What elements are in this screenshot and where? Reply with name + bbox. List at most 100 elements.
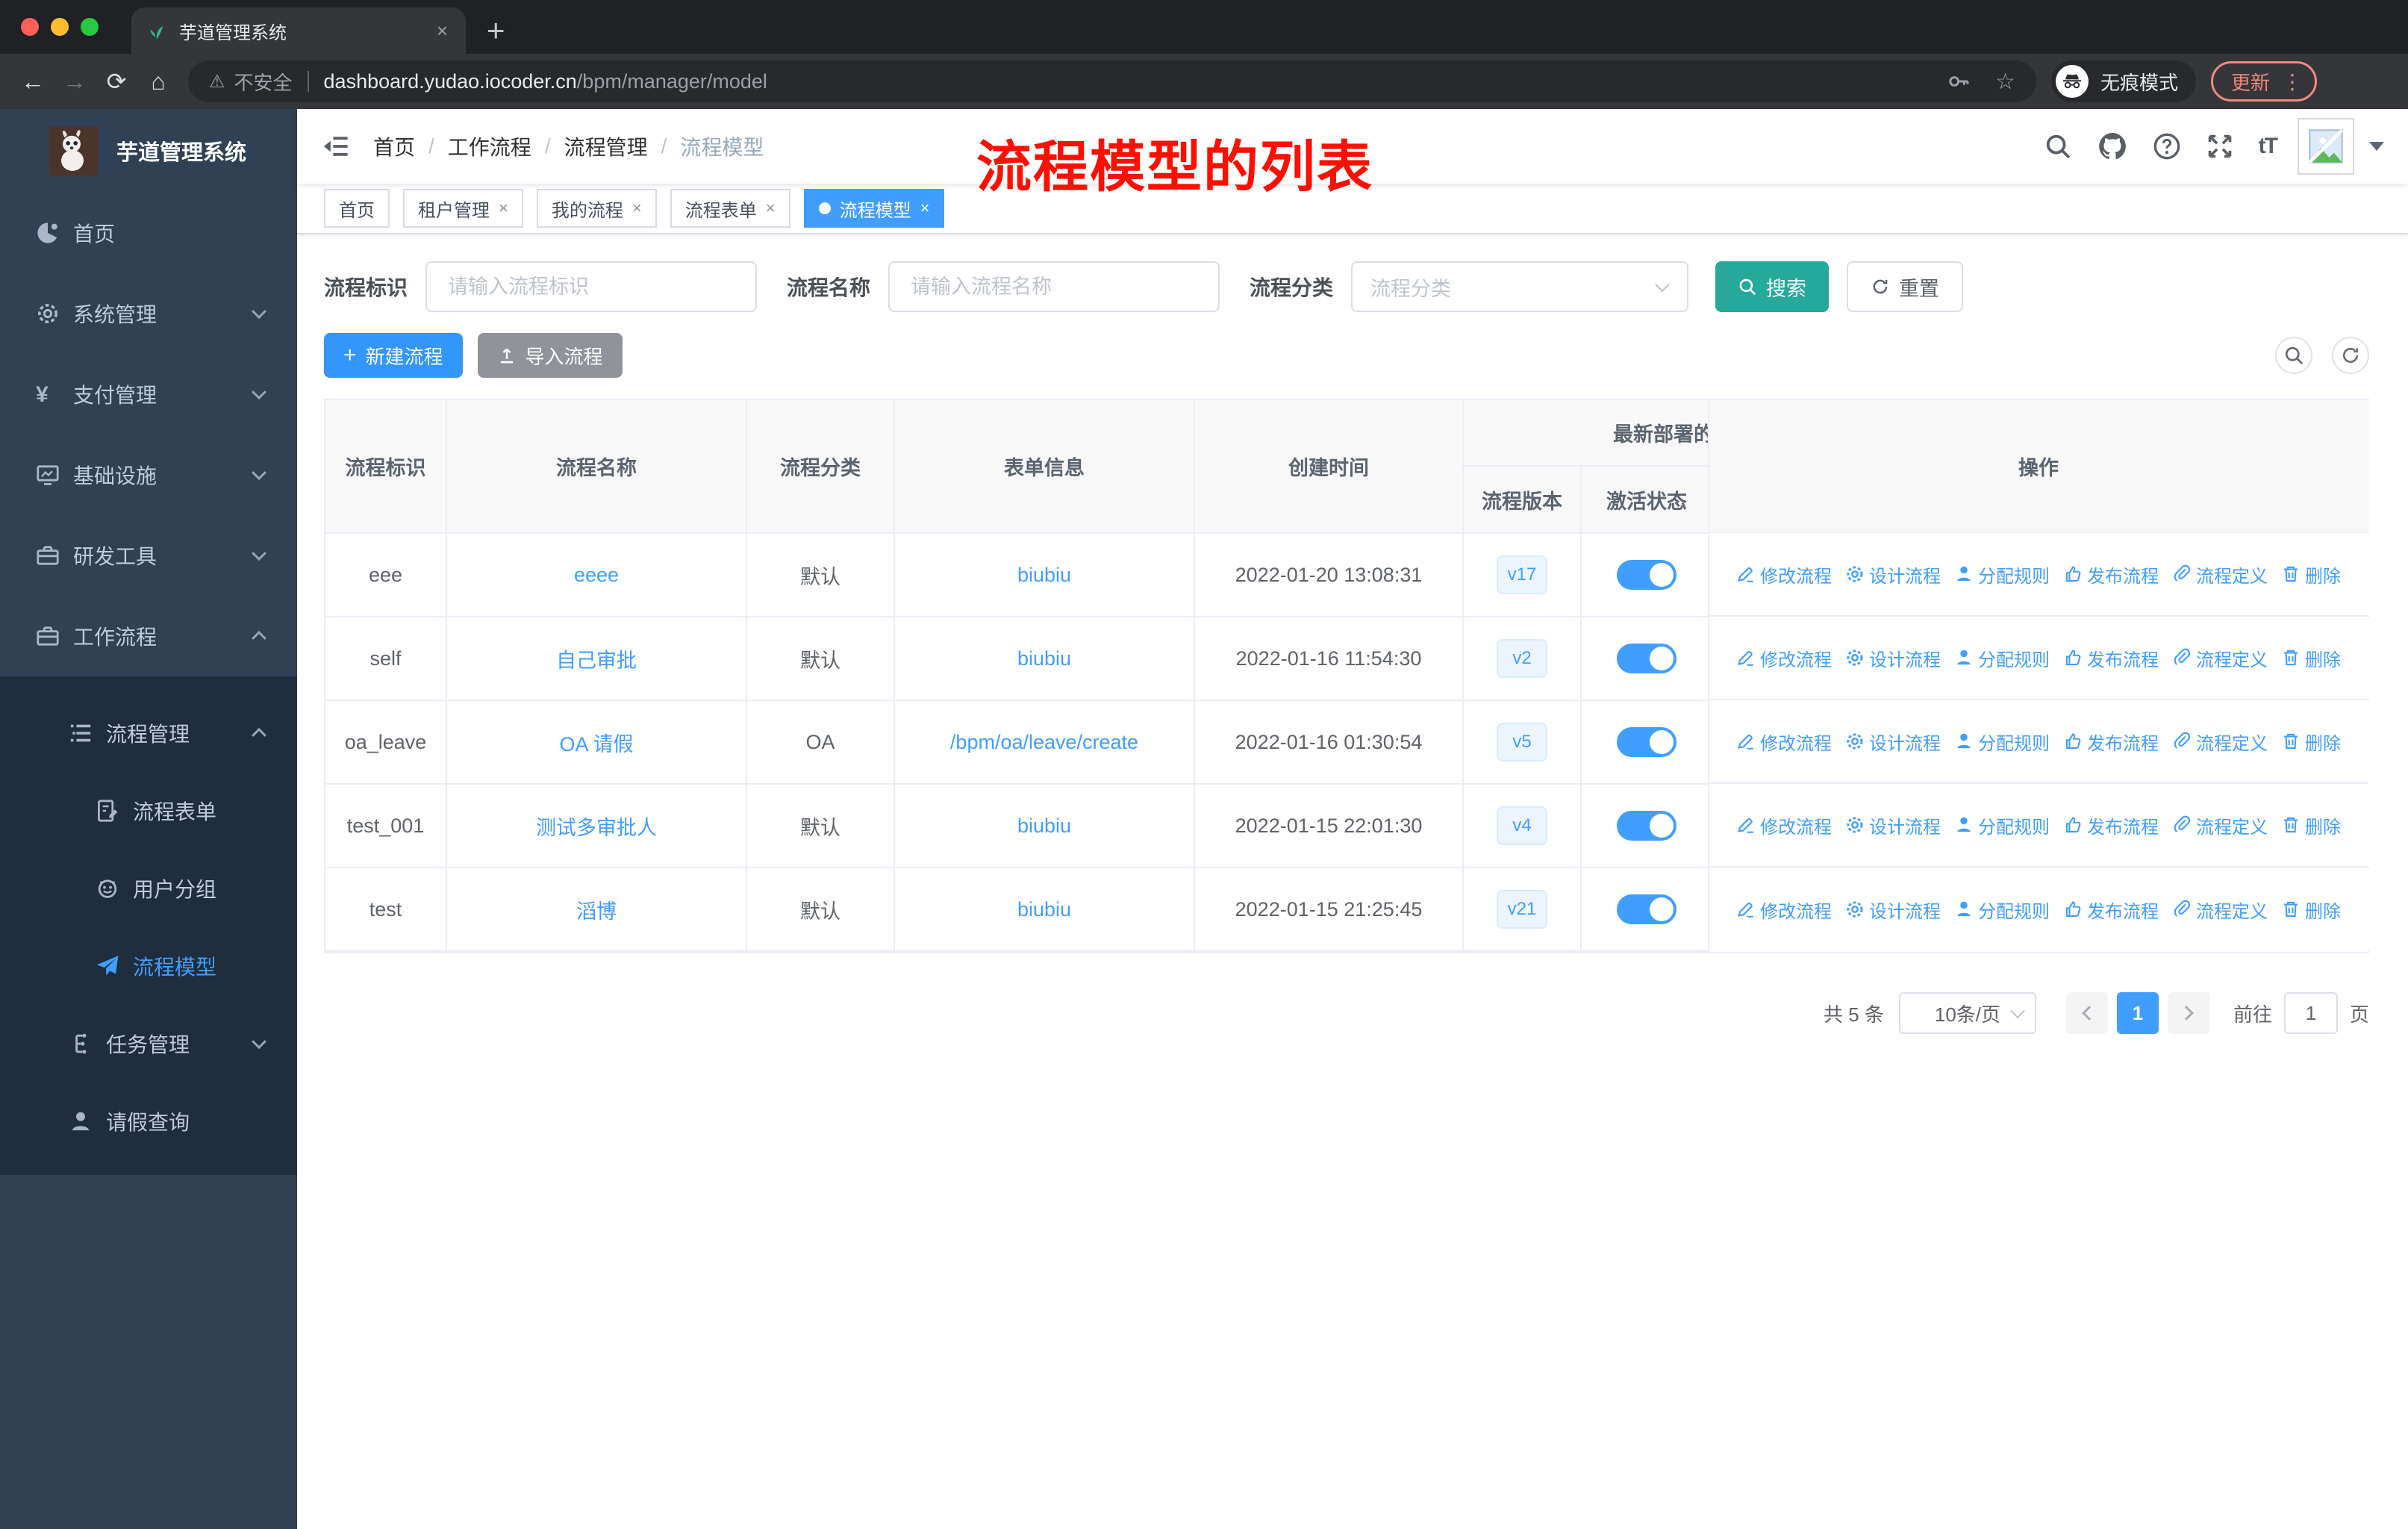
next-page-button[interactable] bbox=[2167, 992, 2209, 1034]
tab-close-icon[interactable]: × bbox=[434, 19, 451, 43]
help-icon[interactable] bbox=[2153, 132, 2181, 161]
process-name-link[interactable]: 滔博 bbox=[576, 900, 617, 923]
design-process-link[interactable]: 设计流程 bbox=[1845, 561, 1941, 588]
active-toggle[interactable] bbox=[1617, 811, 1676, 841]
process-definition-link[interactable]: 流程定义 bbox=[2172, 812, 2268, 838]
browser-update-button[interactable]: 更新 ⋮ bbox=[2211, 61, 2318, 102]
tag-process-model[interactable]: 流程模型 × bbox=[803, 189, 945, 228]
sidebar-item-home[interactable]: 首页 bbox=[0, 193, 297, 273]
active-toggle[interactable] bbox=[1617, 644, 1676, 673]
breadcrumb-home[interactable]: 首页 bbox=[373, 131, 415, 161]
edit-process-link[interactable]: 修改流程 bbox=[1736, 812, 1832, 838]
sidebar-item-payment[interactable]: ¥ 支付管理 bbox=[0, 354, 297, 435]
tag-process-form[interactable]: 流程表单 × bbox=[670, 189, 790, 228]
security-label[interactable]: 不安全 bbox=[234, 68, 293, 96]
import-process-button[interactable]: 导入流程 bbox=[477, 333, 623, 378]
version-tag[interactable]: v17 bbox=[1497, 555, 1547, 594]
close-window-button[interactable] bbox=[21, 18, 39, 36]
sidebar-item-leave-query[interactable]: 请假查询 bbox=[0, 1083, 297, 1160]
browser-menu-icon[interactable]: ⋮ bbox=[2282, 69, 2303, 94]
current-page-button[interactable]: 1 bbox=[2116, 992, 2159, 1034]
deploy-process-link[interactable]: 发布流程 bbox=[2063, 561, 2159, 588]
tag-home[interactable]: 首页 bbox=[324, 189, 390, 228]
address-bar[interactable]: ⚠ 不安全 dashboard.yudao.iocoder.cn/bpm/man… bbox=[188, 60, 2036, 102]
design-process-link[interactable]: 设计流程 bbox=[1845, 645, 1941, 671]
reload-icon[interactable]: ⟳ bbox=[96, 67, 137, 96]
delete-process-link[interactable]: 删除 bbox=[2281, 729, 2341, 755]
form-info-link[interactable]: biubiu bbox=[1017, 815, 1071, 837]
sidebar-item-process-management[interactable]: 流程管理 bbox=[0, 694, 297, 772]
process-name-link[interactable]: 自己审批 bbox=[556, 650, 637, 672]
tag-close-icon[interactable]: × bbox=[632, 199, 642, 218]
refresh-table-button[interactable] bbox=[2332, 337, 2369, 374]
sidebar-item-workflow[interactable]: 工作流程 bbox=[0, 596, 297, 676]
goto-page-input[interactable] bbox=[2283, 992, 2338, 1034]
edit-process-link[interactable]: 修改流程 bbox=[1736, 561, 1832, 588]
process-definition-link[interactable]: 流程定义 bbox=[2172, 729, 2268, 755]
deploy-process-link[interactable]: 发布流程 bbox=[2063, 645, 2159, 671]
process-name-link[interactable]: eeee bbox=[574, 564, 619, 586]
github-icon[interactable] bbox=[2097, 131, 2127, 161]
sidebar-item-infrastructure[interactable]: 基础设施 bbox=[0, 435, 297, 515]
home-icon[interactable]: ⌂ bbox=[137, 68, 179, 96]
delete-process-link[interactable]: 删除 bbox=[2281, 645, 2341, 671]
page-size-select[interactable]: 10条/页 bbox=[1898, 992, 2036, 1034]
active-toggle[interactable] bbox=[1617, 560, 1676, 590]
tag-tenant[interactable]: 租户管理 × bbox=[403, 189, 523, 228]
version-tag[interactable]: v21 bbox=[1497, 890, 1547, 929]
hamburger-collapse-icon[interactable] bbox=[322, 134, 349, 158]
window-controls[interactable] bbox=[21, 18, 99, 36]
process-definition-link[interactable]: 流程定义 bbox=[2172, 897, 2268, 923]
tag-close-icon[interactable]: × bbox=[499, 199, 508, 218]
active-toggle[interactable] bbox=[1617, 727, 1676, 757]
sidebar-item-system[interactable]: 系统管理 bbox=[0, 273, 297, 354]
edit-process-link[interactable]: 修改流程 bbox=[1736, 645, 1832, 671]
tag-close-icon[interactable]: × bbox=[766, 199, 776, 218]
category-select[interactable]: 流程分类 bbox=[1351, 261, 1689, 312]
fullscreen-icon[interactable] bbox=[2206, 133, 2233, 160]
sidebar-item-task-management[interactable]: 任务管理 bbox=[0, 1005, 297, 1083]
version-tag[interactable]: v4 bbox=[1497, 806, 1547, 845]
process-name-link[interactable]: OA 请假 bbox=[559, 733, 633, 756]
maximize-window-button[interactable] bbox=[81, 18, 99, 36]
design-process-link[interactable]: 设计流程 bbox=[1845, 729, 1941, 755]
sidebar-item-devtools[interactable]: 研发工具 bbox=[0, 515, 297, 596]
edit-process-link[interactable]: 修改流程 bbox=[1736, 897, 1832, 923]
font-size-icon[interactable]: tT bbox=[2259, 134, 2278, 159]
forward-icon[interactable]: → bbox=[54, 68, 96, 96]
tag-my-process[interactable]: 我的流程 × bbox=[536, 189, 657, 228]
version-tag[interactable]: v2 bbox=[1497, 639, 1547, 678]
avatar-caret-icon[interactable] bbox=[2369, 142, 2384, 151]
password-key-icon[interactable] bbox=[1947, 69, 1971, 93]
back-icon[interactable]: ← bbox=[12, 68, 54, 96]
create-process-button[interactable]: + 新建流程 bbox=[324, 333, 463, 378]
design-process-link[interactable]: 设计流程 bbox=[1845, 812, 1941, 838]
prev-page-button[interactable] bbox=[2065, 992, 2108, 1034]
minimize-window-button[interactable] bbox=[51, 18, 69, 36]
process-key-input[interactable] bbox=[425, 261, 758, 312]
delete-process-link[interactable]: 删除 bbox=[2281, 897, 2341, 923]
assign-rule-link[interactable]: 分配规则 bbox=[1954, 897, 2050, 923]
bookmark-star-icon[interactable]: ☆ bbox=[1995, 69, 2015, 95]
breadcrumb-process-management[interactable]: 流程管理 bbox=[564, 131, 648, 161]
assign-rule-link[interactable]: 分配规则 bbox=[1954, 812, 2050, 838]
sidebar-item-process-form[interactable]: 流程表单 bbox=[0, 772, 297, 850]
active-toggle[interactable] bbox=[1617, 894, 1676, 924]
deploy-process-link[interactable]: 发布流程 bbox=[2063, 897, 2159, 923]
form-info-link[interactable]: biubiu bbox=[1017, 564, 1071, 586]
edit-process-link[interactable]: 修改流程 bbox=[1736, 729, 1832, 755]
browser-tab[interactable]: 芋道管理系统 × bbox=[131, 7, 466, 54]
user-avatar[interactable] bbox=[2298, 118, 2354, 175]
process-name-link[interactable]: 测试多审批人 bbox=[536, 817, 657, 839]
sidebar-item-user-group[interactable]: 用户分组 bbox=[0, 850, 297, 927]
tag-close-icon[interactable]: × bbox=[920, 199, 930, 218]
delete-process-link[interactable]: 删除 bbox=[2281, 561, 2341, 588]
deploy-process-link[interactable]: 发布流程 bbox=[2063, 812, 2159, 838]
form-info-link[interactable]: /bpm/oa/leave/create bbox=[950, 731, 1138, 753]
new-tab-button[interactable]: + bbox=[487, 15, 505, 46]
version-tag[interactable]: v5 bbox=[1497, 723, 1547, 762]
assign-rule-link[interactable]: 分配规则 bbox=[1954, 729, 2050, 755]
form-info-link[interactable]: biubiu bbox=[1017, 647, 1071, 670]
toggle-search-button[interactable] bbox=[2275, 337, 2312, 374]
assign-rule-link[interactable]: 分配规则 bbox=[1954, 645, 2050, 671]
